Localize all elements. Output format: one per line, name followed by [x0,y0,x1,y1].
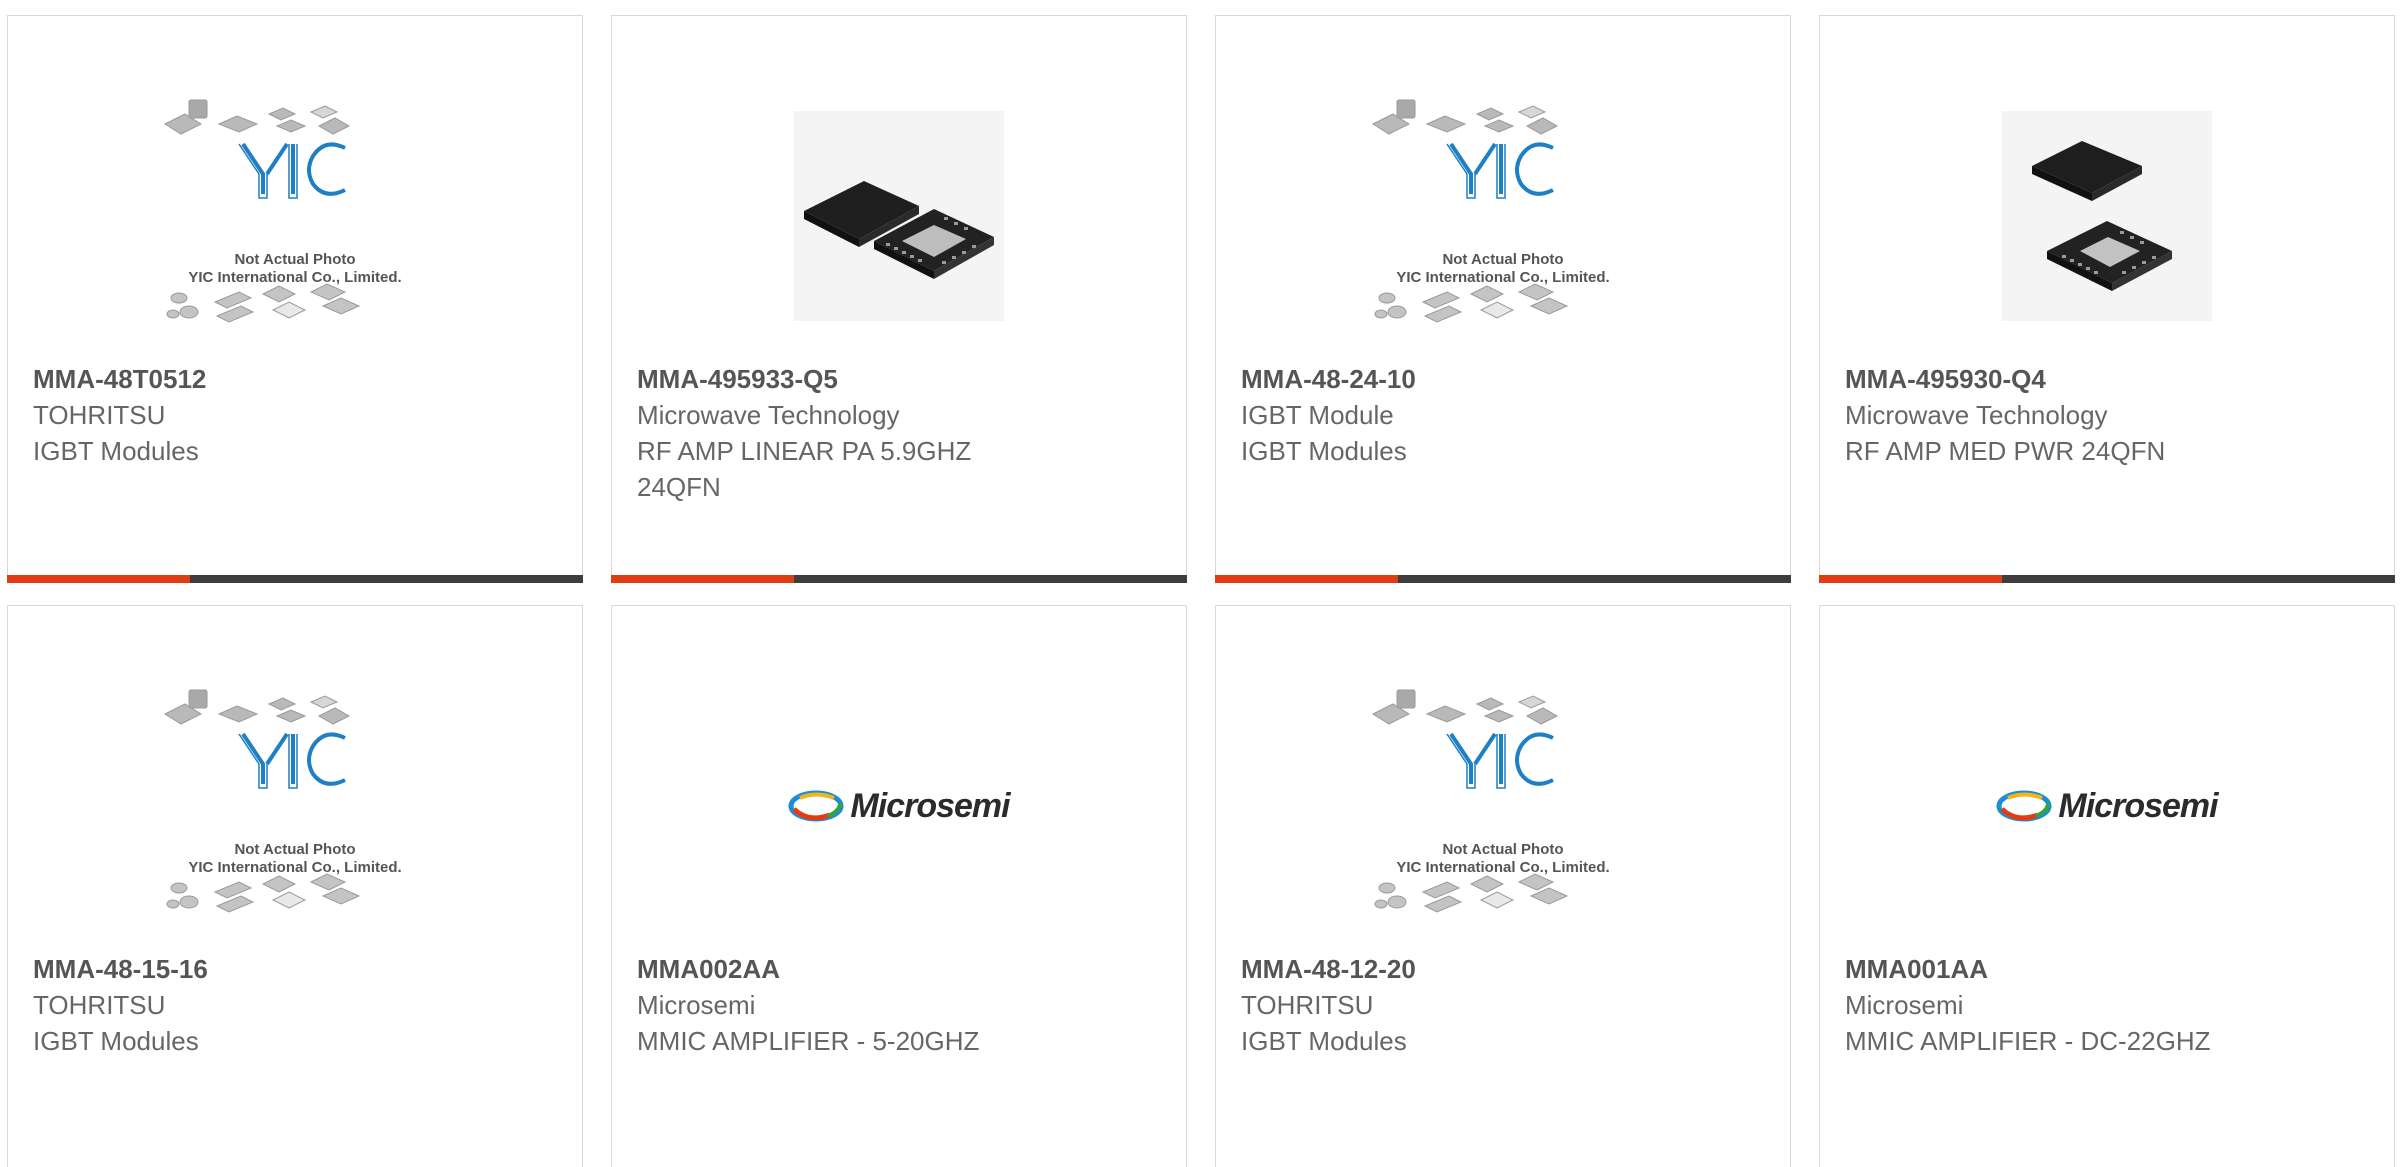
description: IGBT Modules [1241,1026,1407,1056]
part-number[interactable]: MMA-48-12-20 [1241,951,1765,987]
product-card[interactable]: Not Actual Photo YIC International Co., … [7,15,583,583]
manufacturer: Microwave Technology [1845,400,2108,430]
product-image[interactable]: Not Actual Photo YIC International Co., … [155,76,435,356]
product-image[interactable]: Microsemi [759,666,1039,946]
product-card[interactable]: Not Actual Photo YIC International Co., … [1215,605,1791,1167]
microsemi-logo: Microsemi [788,786,1011,826]
manufacturer: TOHRITSU [1241,990,1374,1020]
part-number[interactable]: MMA002AA [637,951,1161,987]
yic-placeholder-image: Not Actual Photo YIC International Co., … [1363,86,1643,346]
manufacturer: IGBT Module [1241,400,1394,430]
image-caption: YIC International Co., Limited. [1396,859,1610,876]
image-caption: YIC International Co., Limited. [188,859,402,876]
card-accent [7,575,190,583]
product-image[interactable] [759,76,1039,356]
microsemi-logo: Microsemi [1996,786,2219,826]
manufacturer: Microsemi [637,990,756,1020]
product-card[interactable]: MMA-495933-Q5 Microwave Technology RF AM… [611,15,1187,583]
manufacturer: TOHRITSU [33,990,166,1020]
image-caption: Not Actual Photo [1442,251,1564,268]
card-bottom-bar [611,575,1187,583]
product-card[interactable]: Microsemi MMA002AA Microsemi MMIC AMPLIF… [611,605,1187,1167]
microsemi-logo-text: Microsemi [2058,786,2218,825]
description: RF AMP LINEAR PA 5.9GHZ 24QFN [637,436,972,502]
part-number[interactable]: MMA-48-15-16 [33,951,557,987]
manufacturer: TOHRITSU [33,400,166,430]
image-caption: Not Actual Photo [1442,841,1564,858]
microsemi-swirl-icon [1996,790,2052,822]
yic-placeholder-image: Not Actual Photo YIC International Co., … [155,86,435,346]
card-accent [1819,575,2002,583]
product-card[interactable]: Not Actual Photo YIC International Co., … [7,605,583,1167]
description: IGBT Modules [33,1026,199,1056]
product-card[interactable]: Not Actual Photo YIC International Co., … [1215,15,1791,583]
product-image[interactable]: Not Actual Photo YIC International Co., … [1363,666,1643,946]
qfn-chip-photo [2002,111,2212,321]
description: RF AMP MED PWR 24QFN [1845,436,2166,466]
card-bottom-bar [7,575,583,583]
part-number[interactable]: MMA-495933-Q5 [637,361,1161,397]
microsemi-logo-text: Microsemi [850,786,1010,825]
product-card[interactable]: Microsemi MMA001AA Microsemi MMIC AMPLIF… [1819,605,2395,1167]
image-caption: Not Actual Photo [234,251,356,268]
description: IGBT Modules [33,436,199,466]
product-image[interactable] [1967,76,2247,356]
microsemi-swirl-icon [788,790,844,822]
image-caption: Not Actual Photo [234,841,356,858]
product-image[interactable]: Not Actual Photo YIC International Co., … [1363,76,1643,356]
description: MMIC AMPLIFIER - DC-22GHZ [1845,1026,2211,1056]
manufacturer: Microsemi [1845,990,1964,1020]
product-image[interactable]: Not Actual Photo YIC International Co., … [155,666,435,946]
description: IGBT Modules [1241,436,1407,466]
product-card[interactable]: MMA-495930-Q4 Microwave Technology RF AM… [1819,15,2395,583]
card-accent [1215,575,1398,583]
product-image[interactable]: Microsemi [1967,666,2247,946]
card-bottom-bar [1215,575,1791,583]
manufacturer: Microwave Technology [637,400,900,430]
description: MMIC AMPLIFIER - 5-20GHZ [637,1026,980,1056]
part-number[interactable]: MMA-48-24-10 [1241,361,1765,397]
card-bottom-bar [1819,575,2395,583]
card-accent [611,575,794,583]
yic-placeholder-image: Not Actual Photo YIC International Co., … [155,676,435,936]
image-caption: YIC International Co., Limited. [188,269,402,286]
image-caption: YIC International Co., Limited. [1396,269,1610,286]
part-number[interactable]: MMA-495930-Q4 [1845,361,2369,397]
product-grid: Not Actual Photo YIC International Co., … [0,0,2400,1167]
qfn-chip-photo [794,111,1004,321]
yic-placeholder-image: Not Actual Photo YIC International Co., … [1363,676,1643,936]
part-number[interactable]: MMA-48T0512 [33,361,557,397]
part-number[interactable]: MMA001AA [1845,951,2369,987]
